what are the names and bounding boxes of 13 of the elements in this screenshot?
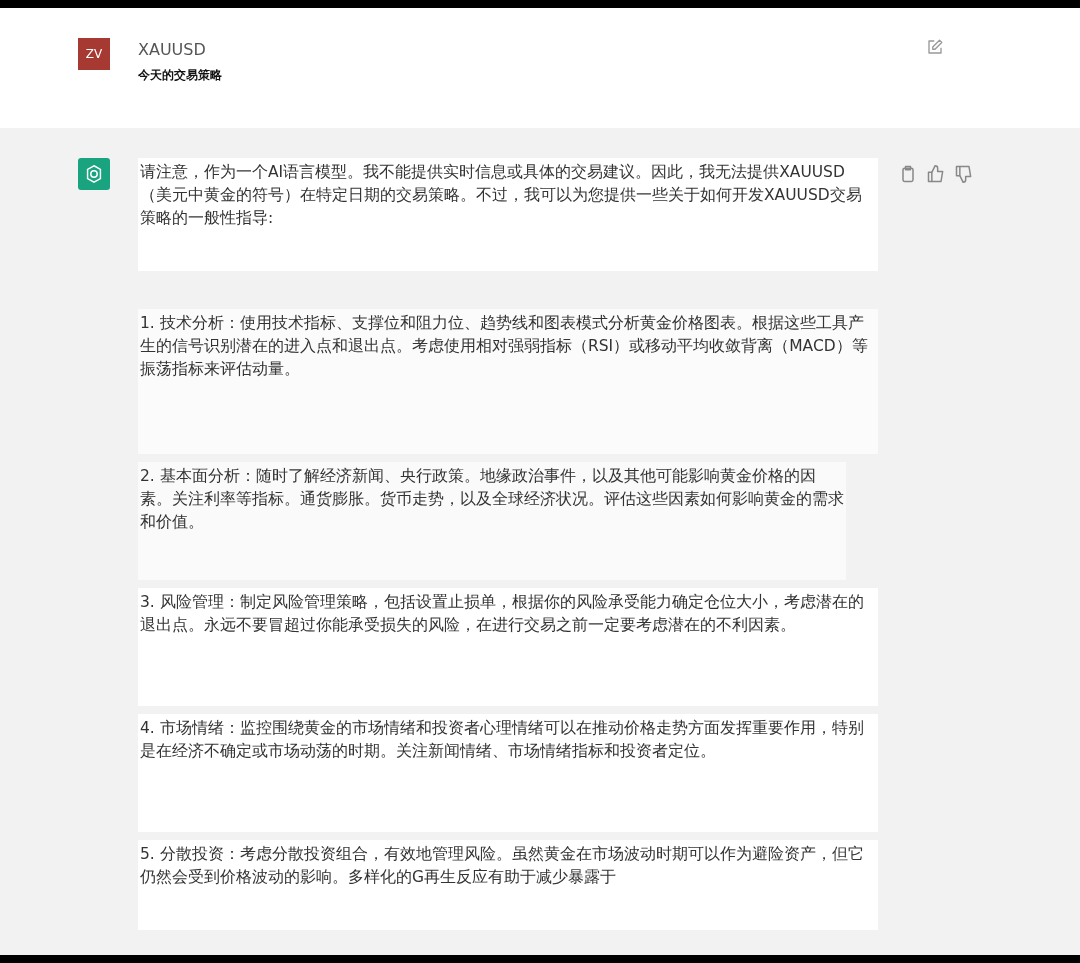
edit-icon[interactable] [926, 38, 944, 56]
response-paragraph: 5. 分散投资：考虑分散投资组合，有效地管理风险。虽然黄金在市场波动时期可以作为避险资产，但它仍然会受到价格波动的影响。多样化的G再生反应有助于减少暴露于 [138, 840, 878, 930]
user-message: 今天的交易策略 [138, 67, 222, 84]
user-avatar: ZV [78, 38, 110, 70]
response-paragraph: 2. 基本面分析：随时了解经济新闻、央行政策。地缘政治事件，以及其他可能影响黄金价格的因素。关注利率等指标。通货膨胀。货币走势，以及全球经济状况。评估这些因素如何影响黄金的需求和价值。 [138, 462, 846, 580]
conversation-title: XAUUSD [138, 40, 207, 59]
response-paragraph: 4. 市场情绪：监控围绕黄金的市场情绪和投资者心理情绪可以在推动价格走势方面发挥重要作用，特别是在经济不确定或市场动荡的时期。关注新闻情绪、市场情绪指标和投资者定位。 [138, 714, 878, 832]
response-paragraph: 3. 风险管理：制定风险管理策略，包括设置止损单，根据你的风险承受能力确定仓位大小，考虑潜在的退出点。永远不要冒超过你能承受损失的风险，在进行交易之前一定要考虑潜在的不利因素。 [138, 588, 878, 706]
thumbs-up-icon[interactable] [926, 164, 946, 184]
response-paragraph: 1. 技术分析：使用技术指标、支撑位和阻力位、趋势线和图表模式分析黄金价格图表。根据这些工具产生的信号识别潜在的进入点和退出点。考虑使用相对强弱指标（RSI）或移动平均收敛背离（MACD）等振荡指标来评估动量。 [138, 309, 878, 454]
assistant-logo-icon [78, 158, 110, 190]
response-paragraph: 请注意，作为一个AI语言模型。我不能提供实时信息或具体的交易建议。因此，我无法提供XAUUSD（美元中黄金的符号）在特定日期的交易策略。不过，我可以为您提供一些关于如何开发XAUUSD交易策略的一般性指导: [138, 158, 878, 271]
thumbs-down-icon[interactable] [954, 164, 974, 184]
